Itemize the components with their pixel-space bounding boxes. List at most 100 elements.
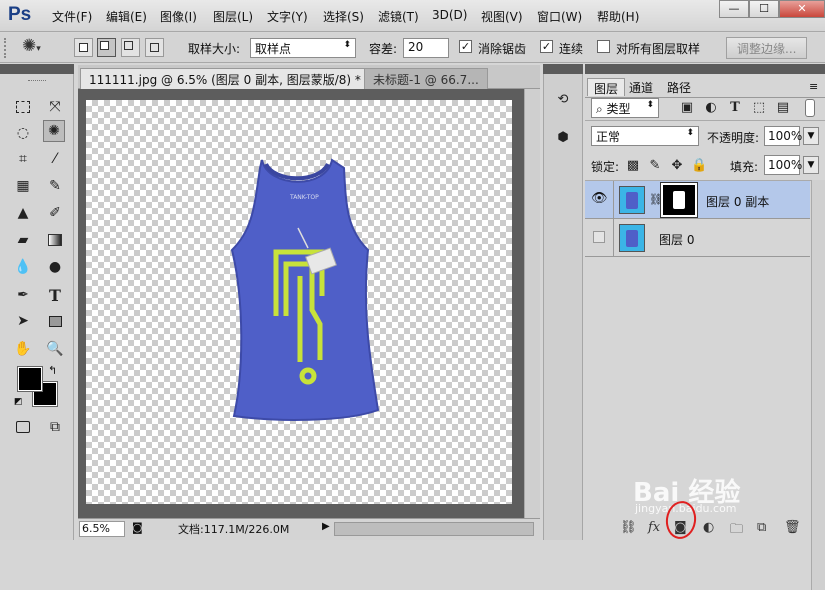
history-brush-tool-icon[interactable]: ✐ bbox=[44, 202, 66, 224]
foreground-color-swatch[interactable] bbox=[17, 366, 43, 392]
filter-adjustment-icon[interactable]: ◐ bbox=[703, 100, 719, 116]
marquee-tool-icon[interactable] bbox=[12, 96, 34, 118]
lock-transparent-icon[interactable]: ▩ bbox=[625, 158, 641, 174]
menu-file[interactable]: 文件(F) bbox=[52, 8, 92, 25]
zoom-input[interactable]: 6.5% bbox=[79, 521, 125, 537]
filter-shape-icon[interactable]: ⬚ bbox=[751, 100, 767, 116]
blend-mode-select[interactable]: 正常 ⬍ bbox=[591, 126, 699, 146]
layer-mask-thumbnail[interactable] bbox=[660, 182, 698, 218]
path-selection-tool-icon[interactable]: ➤ bbox=[12, 310, 34, 332]
screen-mode-icon[interactable]: ⧉ bbox=[44, 416, 66, 438]
quick-mask-icon[interactable] bbox=[12, 416, 34, 438]
panel-collapse-strip[interactable] bbox=[585, 64, 825, 74]
panel-menu-icon[interactable]: ≡ bbox=[809, 80, 818, 93]
brush-tool-icon[interactable]: ✎ bbox=[44, 175, 66, 197]
contiguous-checkbox[interactable]: ✓ bbox=[540, 40, 553, 53]
eyedropper-tool-icon[interactable]: ⁄ bbox=[44, 148, 66, 170]
rectangle-tool-icon[interactable] bbox=[44, 310, 66, 332]
tab-layers[interactable]: 图层 bbox=[587, 78, 626, 96]
menu-bar: Ps 文件(F) 编辑(E) 图像(I) 图层(L) 文字(Y) 选择(S) 滤… bbox=[0, 0, 825, 32]
adjustment-layer-icon[interactable]: ◐ bbox=[703, 520, 714, 535]
menu-select[interactable]: 选择(S) bbox=[323, 8, 364, 25]
eraser-tool-icon[interactable]: ▰ bbox=[12, 229, 34, 251]
opacity-input[interactable]: 100% bbox=[764, 126, 802, 146]
tab-channels[interactable]: 通道 bbox=[623, 78, 659, 96]
new-selection-icon[interactable] bbox=[74, 38, 93, 57]
move-tool-icon[interactable]: ⤧ bbox=[44, 96, 66, 118]
hand-tool-icon[interactable]: ✋ bbox=[12, 338, 34, 360]
iconstrip-collapse-strip[interactable] bbox=[543, 64, 583, 74]
antialias-label: 消除锯齿 bbox=[478, 42, 527, 56]
filter-toggle-switch[interactable] bbox=[805, 99, 815, 117]
divider bbox=[613, 181, 614, 219]
magic-wand-tool-icon[interactable]: ✺ bbox=[43, 120, 65, 142]
menu-window[interactable]: 窗口(W) bbox=[537, 8, 582, 25]
layer-row-layer0-copy[interactable]: 👁 ⛓ 图层 0 副本 bbox=[585, 181, 810, 219]
tolerance-input[interactable]: 20 bbox=[403, 38, 449, 58]
dodge-tool-icon[interactable]: ● bbox=[44, 256, 66, 278]
lock-all-icon[interactable]: 🔒 bbox=[691, 158, 707, 174]
close-button[interactable]: ✕ bbox=[779, 0, 825, 18]
layer-row-layer0[interactable]: 图层 0 bbox=[585, 219, 810, 257]
menu-edit[interactable]: 编辑(E) bbox=[106, 8, 147, 25]
clone-stamp-tool-icon[interactable]: ▲ bbox=[12, 202, 34, 224]
zoom-tool-icon[interactable]: 🔍 bbox=[44, 338, 66, 360]
magic-wand-preset-icon[interactable]: ✺▾ bbox=[22, 36, 41, 56]
menu-filter[interactable]: 滤镜(T) bbox=[378, 8, 419, 25]
lock-pixels-icon[interactable]: ✎ bbox=[647, 158, 663, 174]
history-panel-icon[interactable]: ⟲ bbox=[555, 92, 571, 108]
type-tool-icon[interactable]: T bbox=[44, 284, 66, 306]
visibility-eye-icon[interactable]: 👁 bbox=[591, 191, 608, 206]
tank-top-image bbox=[230, 158, 380, 421]
menu-3d[interactable]: 3D(D) bbox=[432, 8, 467, 22]
gradient-tool-icon[interactable] bbox=[44, 229, 66, 251]
menu-image[interactable]: 图像(I) bbox=[160, 8, 197, 25]
delete-layer-icon[interactable]: 🗑 bbox=[784, 520, 801, 535]
pen-tool-icon[interactable]: ✒ bbox=[12, 284, 34, 306]
horizontal-scrollbar[interactable] bbox=[334, 522, 534, 536]
filter-smart-object-icon[interactable]: ▤ bbox=[775, 100, 791, 116]
tab-111111-jpg[interactable]: 111111.jpg @ 6.5% (图层 0 副本, 图层蒙版/8) * ✕ bbox=[80, 68, 384, 89]
opacity-dropdown-icon[interactable]: ▼ bbox=[803, 127, 819, 145]
swap-colors-icon[interactable]: ↰ bbox=[48, 364, 57, 377]
tab-paths[interactable]: 路径 bbox=[661, 78, 697, 96]
collapsed-panels-strip: ⟲ ⬢ bbox=[543, 74, 583, 540]
vertical-scrollbar[interactable] bbox=[524, 89, 540, 518]
fill-dropdown-icon[interactable]: ▼ bbox=[803, 156, 819, 174]
layers-scrollbar[interactable] bbox=[811, 180, 825, 590]
status-arrow-icon[interactable]: ▶ bbox=[322, 521, 330, 532]
lasso-tool-icon[interactable]: ◌ bbox=[12, 122, 34, 144]
filter-pixel-icon[interactable]: ▣ bbox=[679, 100, 695, 116]
filter-type-icon[interactable]: T bbox=[727, 100, 743, 116]
menu-type[interactable]: 文字(Y) bbox=[267, 8, 308, 25]
zoom-menu-icon[interactable]: ◙ bbox=[132, 521, 143, 534]
toolbar-collapse-strip[interactable] bbox=[0, 64, 74, 74]
layer-filter-select[interactable]: ⌕ 类型 ⬍ bbox=[591, 98, 659, 118]
menu-layer[interactable]: 图层(L) bbox=[213, 8, 253, 25]
document-canvas[interactable]: TANK-TOP bbox=[86, 100, 512, 504]
menu-view[interactable]: 视图(V) bbox=[481, 8, 523, 25]
crop-tool-icon[interactable]: ⌗ bbox=[12, 148, 34, 170]
minimize-button[interactable]: — bbox=[719, 0, 749, 18]
intersect-selection-icon[interactable] bbox=[145, 38, 164, 57]
menu-help[interactable]: 帮助(H) bbox=[597, 8, 639, 25]
visibility-toggle-box[interactable] bbox=[593, 231, 605, 243]
lock-position-icon[interactable]: ✥ bbox=[669, 158, 685, 174]
maximize-button[interactable]: ☐ bbox=[749, 0, 779, 18]
add-selection-icon[interactable] bbox=[97, 38, 116, 57]
new-layer-icon[interactable]: ⧉ bbox=[757, 520, 766, 535]
sample-size-select[interactable]: 取样点 ⬍ bbox=[250, 38, 356, 58]
blur-tool-icon[interactable]: 💧 bbox=[12, 256, 34, 278]
fill-input[interactable]: 100% bbox=[764, 155, 802, 175]
3d-panel-icon[interactable]: ⬢ bbox=[555, 130, 571, 146]
refine-edge-button[interactable]: 调整边缘... bbox=[726, 37, 808, 59]
antialias-checkbox[interactable]: ✓ bbox=[459, 40, 472, 53]
subtract-selection-icon[interactable] bbox=[121, 38, 140, 57]
fx-icon[interactable]: fx bbox=[648, 520, 660, 535]
healing-brush-tool-icon[interactable]: ▦ bbox=[12, 175, 34, 197]
link-layers-icon[interactable]: ⛓ bbox=[620, 520, 637, 535]
default-colors-icon[interactable]: ◩ bbox=[14, 397, 23, 407]
new-group-icon[interactable]: 🗀 bbox=[730, 520, 743, 542]
tab-untitled-1[interactable]: 未标题-1 @ 66.7... bbox=[364, 68, 488, 89]
all-layers-checkbox[interactable] bbox=[597, 40, 610, 53]
